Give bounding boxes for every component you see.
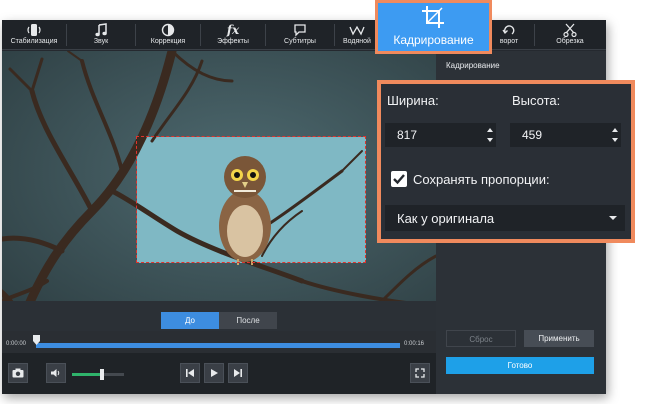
tool-label: ворот: [499, 38, 519, 45]
tool-trim[interactable]: Обрезка: [535, 20, 605, 50]
color-correction-icon: [136, 22, 200, 38]
tools-toolbar: Стабилизация Звук Коррекция fx Эффекты С…: [2, 20, 606, 50]
aspect-ratio-select[interactable]: Как у оригинала: [385, 205, 625, 231]
tool-label: Субтитры: [284, 38, 316, 45]
previous-frame-button[interactable]: [180, 363, 200, 383]
tool-label: Обрезка: [556, 38, 584, 45]
volume-slider[interactable]: [72, 369, 124, 380]
play-icon: [211, 369, 218, 377]
height-value: 459: [522, 128, 543, 142]
height-spinbox[interactable]: 459: [510, 123, 621, 147]
keep-ratio-label: Сохранять пропорции:: [413, 172, 550, 187]
tab-crop-label: Кадрирование: [393, 33, 474, 47]
tool-effects[interactable]: fx Эффекты: [201, 20, 265, 50]
tool-subtitles[interactable]: Субтитры: [266, 20, 334, 50]
before-after-bar: До После: [2, 301, 436, 331]
spin-down-icon[interactable]: [612, 138, 618, 142]
timeline-track[interactable]: [36, 343, 400, 348]
aspect-value: Как у оригинала: [397, 211, 495, 226]
tool-label: Стабилизация: [10, 38, 58, 45]
volume-knob[interactable]: [100, 369, 105, 380]
crop-settings-callout: Ширина: Высота: 817 459 Сохранять пропор…: [377, 80, 635, 243]
checkmark-icon: [393, 174, 405, 185]
tool-rotate[interactable]: ворот: [486, 20, 532, 50]
stabilization-icon: [2, 22, 66, 38]
tool-label: Коррекция: [150, 38, 186, 45]
keep-ratio-checkbox[interactable]: [391, 171, 407, 187]
tool-label: Звук: [93, 38, 109, 45]
next-frame-button[interactable]: [228, 363, 248, 383]
step-back-icon: [186, 369, 194, 377]
play-button[interactable]: [204, 363, 224, 383]
camera-icon: [12, 368, 24, 378]
tool-watermark[interactable]: Водяной: [335, 20, 379, 50]
width-label: Ширина:: [387, 93, 439, 108]
fx-icon: fx: [226, 23, 240, 37]
spin-up-icon[interactable]: [612, 128, 618, 132]
time-end: 0:00:16: [404, 341, 425, 347]
apply-button[interactable]: Применить: [524, 330, 594, 347]
volume-level: [72, 373, 103, 376]
tool-label: Эффекты: [217, 38, 249, 45]
before-button[interactable]: До: [161, 312, 219, 329]
timeline[interactable]: 0:00:00 0:00:16: [2, 331, 436, 353]
speech-bubble-icon: [266, 22, 334, 38]
crop-frame[interactable]: [136, 136, 366, 263]
panel-title: Кадрирование: [446, 61, 500, 70]
width-value: 817: [397, 128, 418, 142]
tool-correction[interactable]: Коррекция: [136, 20, 200, 50]
tab-crop[interactable]: Кадрирование: [375, 0, 492, 54]
height-label: Высота:: [512, 93, 561, 108]
step-forward-icon: [234, 369, 242, 377]
tool-stabilization[interactable]: Стабилизация: [2, 20, 66, 50]
time-start: 0:00:00: [6, 341, 27, 347]
snapshot-button[interactable]: [8, 363, 28, 383]
volume-button[interactable]: [46, 363, 66, 383]
fullscreen-button[interactable]: [410, 363, 430, 383]
rotate-icon: [486, 22, 532, 38]
width-spinbox[interactable]: 817: [385, 123, 496, 147]
watermark-icon: [335, 22, 379, 38]
chevron-down-icon: [609, 216, 617, 220]
spin-up-icon[interactable]: [487, 128, 493, 132]
tool-sound[interactable]: Звук: [67, 20, 135, 50]
spin-down-icon[interactable]: [487, 138, 493, 142]
done-button[interactable]: Готово: [446, 357, 594, 374]
music-note-icon: [67, 22, 135, 38]
fullscreen-icon: [415, 368, 425, 378]
speaker-icon: [51, 369, 60, 377]
after-button[interactable]: После: [219, 312, 277, 329]
reset-button[interactable]: Сброс: [446, 330, 516, 347]
player-controls: [2, 353, 436, 394]
tool-label: Водяной: [343, 38, 371, 45]
scissors-icon: [535, 22, 605, 38]
video-preview[interactable]: [2, 51, 436, 321]
crop-icon: [422, 6, 444, 28]
